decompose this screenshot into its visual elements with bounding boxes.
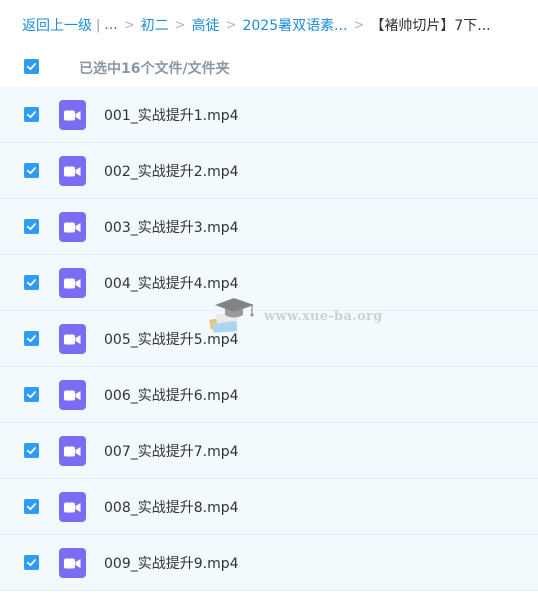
back-link[interactable]: 返回上一级: [22, 15, 92, 35]
breadcrumb-ellipsis[interactable]: ...: [104, 17, 117, 33]
file-row[interactable]: 009_实战提升9.mp4: [0, 535, 538, 591]
breadcrumb-item-course[interactable]: 2025暑双语素...: [242, 15, 347, 35]
checkmark-icon: [26, 335, 37, 343]
file-checkbox[interactable]: [24, 443, 39, 458]
select-all-checkbox[interactable]: [24, 59, 39, 74]
breadcrumb-current-folder: 【褚帅切片】7下...: [370, 18, 491, 34]
checkmark-icon: [26, 559, 37, 567]
file-name[interactable]: 004_实战提升4.mp4: [104, 273, 239, 293]
video-file-icon: [59, 156, 86, 186]
video-file-icon: [59, 548, 86, 578]
file-name[interactable]: 003_实战提升3.mp4: [104, 217, 239, 237]
file-checkbox[interactable]: [24, 275, 39, 290]
file-checkbox[interactable]: [24, 331, 39, 346]
file-row[interactable]: 002_实战提升2.mp4: [0, 143, 538, 199]
video-file-icon: [59, 436, 86, 466]
breadcrumb-separator: >: [174, 17, 186, 33]
breadcrumb-separator: >: [225, 17, 237, 33]
file-row[interactable]: 005_实战提升5.mp4: [0, 311, 538, 367]
file-row[interactable]: 006_实战提升6.mp4: [0, 367, 538, 423]
breadcrumb: 返回上一级 | ... > 初二 > 高徒 > 2025暑双语素... > 【褚…: [22, 14, 532, 36]
file-name[interactable]: 006_实战提升6.mp4: [104, 385, 239, 405]
file-checkbox[interactable]: [24, 555, 39, 570]
checkmark-icon: [26, 111, 37, 119]
file-name[interactable]: 007_实战提升7.mp4: [104, 441, 239, 461]
checkmark-icon: [26, 223, 37, 231]
checkmark-icon: [26, 391, 37, 399]
video-file-icon: [59, 324, 86, 354]
file-checkbox[interactable]: [24, 387, 39, 402]
file-name[interactable]: 002_实战提升2.mp4: [104, 161, 239, 181]
file-name[interactable]: 005_实战提升5.mp4: [104, 329, 239, 349]
file-list: 001_实战提升1.mp4 002_实战提升2.mp4 003_实战提升3.mp…: [0, 87, 538, 591]
video-file-icon: [59, 380, 86, 410]
checkmark-icon: [26, 447, 37, 455]
video-file-icon: [59, 100, 86, 130]
breadcrumb-item-gaotu[interactable]: 高徒: [192, 15, 220, 35]
checkmark-icon: [26, 279, 37, 287]
file-checkbox[interactable]: [24, 499, 39, 514]
video-file-icon: [59, 212, 86, 242]
file-checkbox[interactable]: [24, 107, 39, 122]
file-row[interactable]: 008_实战提升8.mp4: [0, 479, 538, 535]
breadcrumb-separator: >: [123, 17, 135, 33]
breadcrumb-divider: |: [96, 17, 101, 33]
breadcrumb-item-grade[interactable]: 初二: [141, 15, 169, 35]
checkmark-icon: [26, 63, 37, 71]
file-name[interactable]: 008_实战提升8.mp4: [104, 497, 239, 517]
video-file-icon: [59, 492, 86, 522]
file-checkbox[interactable]: [24, 163, 39, 178]
video-file-icon: [59, 268, 86, 298]
file-row[interactable]: 003_实战提升3.mp4: [0, 199, 538, 255]
checkmark-icon: [26, 167, 37, 175]
selection-bar: 已选中16个文件/文件夹: [0, 52, 538, 82]
checkmark-icon: [26, 503, 37, 511]
file-row[interactable]: 001_实战提升1.mp4: [0, 87, 538, 143]
file-checkbox[interactable]: [24, 219, 39, 234]
file-name[interactable]: 001_实战提升1.mp4: [104, 105, 239, 125]
breadcrumb-separator: >: [353, 17, 365, 33]
file-row[interactable]: 004_实战提升4.mp4: [0, 255, 538, 311]
selection-count: 已选中16个文件/文件夹: [79, 61, 230, 77]
file-name[interactable]: 009_实战提升9.mp4: [104, 553, 239, 573]
file-row[interactable]: 007_实战提升7.mp4: [0, 423, 538, 479]
